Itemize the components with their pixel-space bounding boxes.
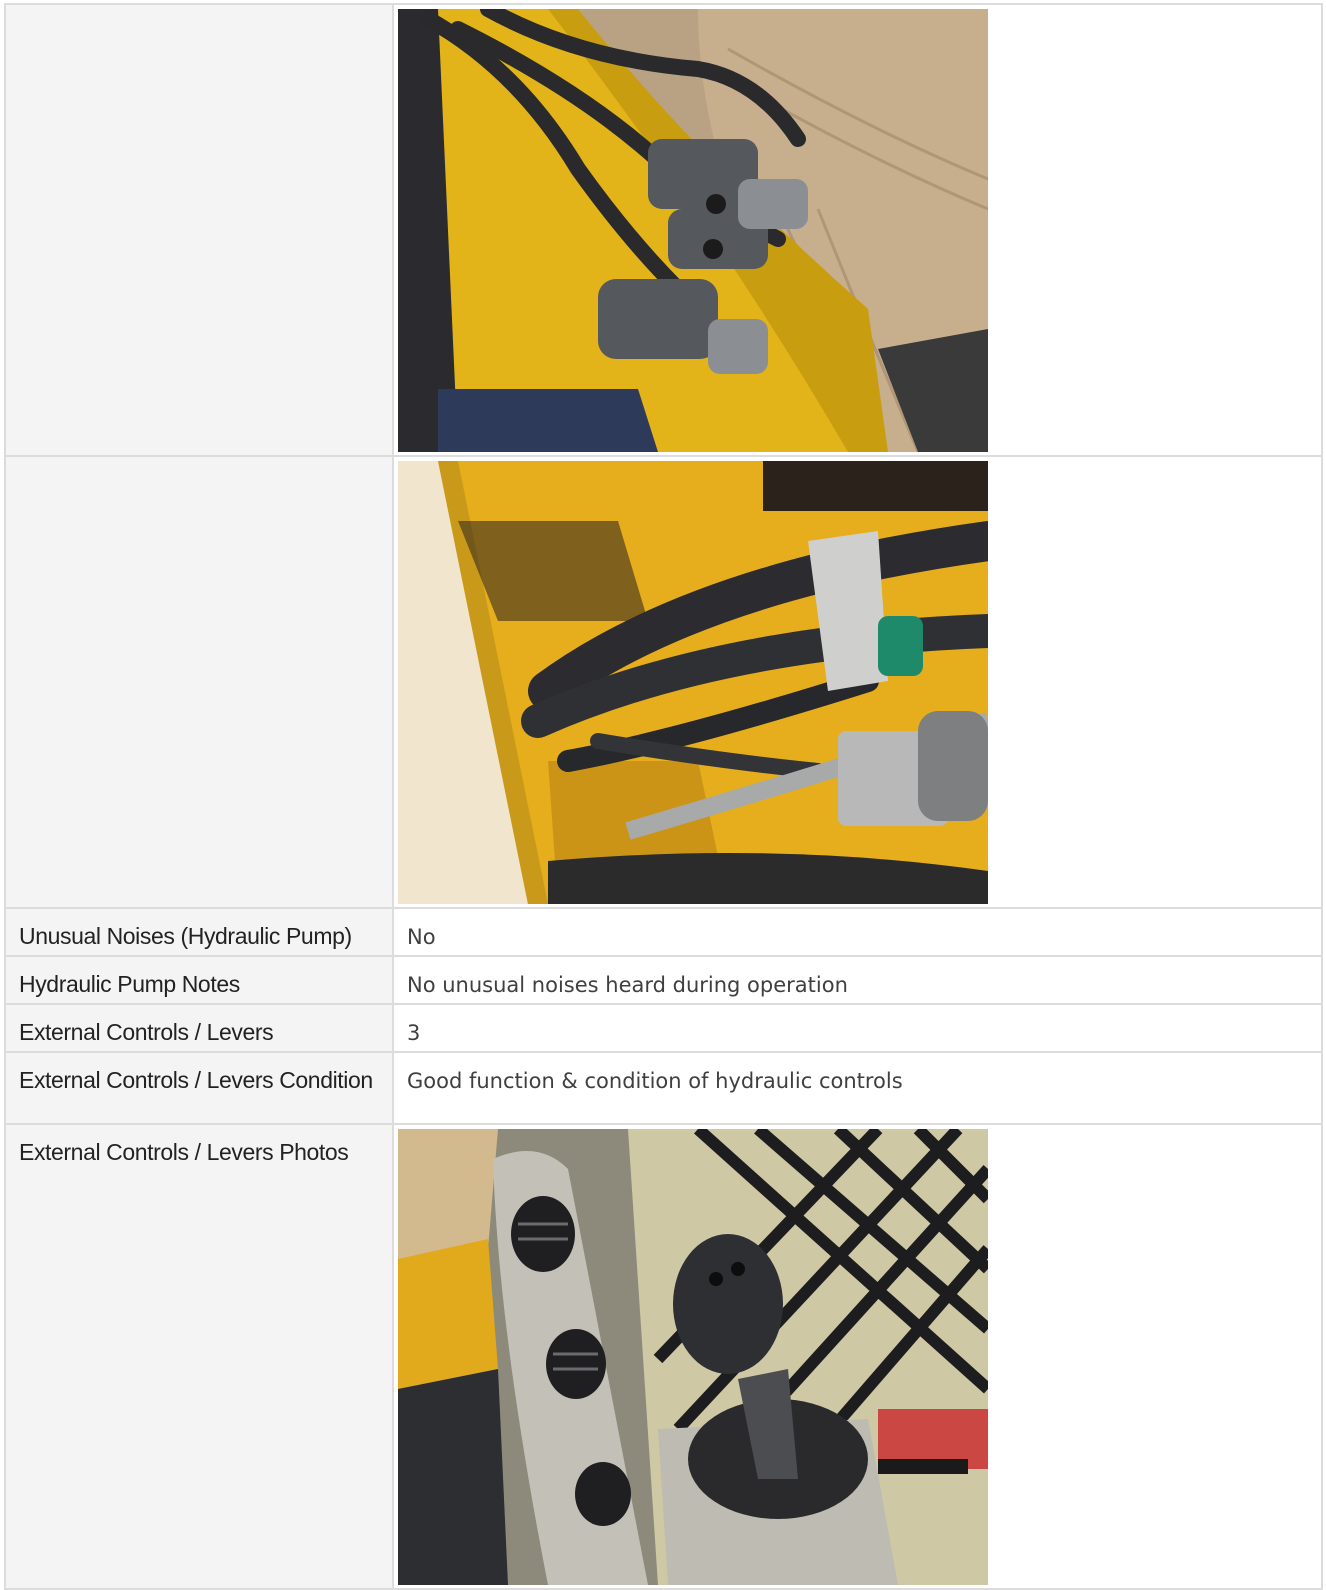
row-value: No unusual noises heard during operation [392,955,1323,1005]
row-label: Hydraulic Pump Notes [4,955,394,1005]
hydraulic-couplers-photo[interactable] [398,9,988,452]
row-value: Good function & condition of hydraulic c… [392,1051,1323,1125]
row-label [4,3,394,457]
table-row: External Controls / Levers Condition Goo… [4,1051,1323,1125]
table-row: Hydraulic Pump Notes No unusual noises h… [4,955,1323,1005]
hydraulic-hoses-photo[interactable] [398,461,988,904]
photo-cell [392,3,1323,457]
photo-cell [392,1123,1323,1590]
inspection-table: Unusual Noises (Hydraulic Pump) No Hydra… [4,3,1323,1590]
table-row: External Controls / Levers 3 [4,1003,1323,1053]
photo-cell [392,455,1323,909]
row-label: Unusual Noises (Hydraulic Pump) [4,907,394,957]
row-value: No [392,907,1323,957]
row-label: External Controls / Levers Photos [4,1123,394,1590]
row-label [4,455,394,909]
cab-joystick-photo[interactable] [398,1129,988,1585]
row-value: 3 [392,1003,1323,1053]
table-row [4,3,1323,457]
table-row: External Controls / Levers Photos [4,1123,1323,1590]
table-row: Unusual Noises (Hydraulic Pump) No [4,907,1323,957]
row-label: External Controls / Levers [4,1003,394,1053]
table-row [4,455,1323,909]
row-label: External Controls / Levers Condition [4,1051,394,1125]
